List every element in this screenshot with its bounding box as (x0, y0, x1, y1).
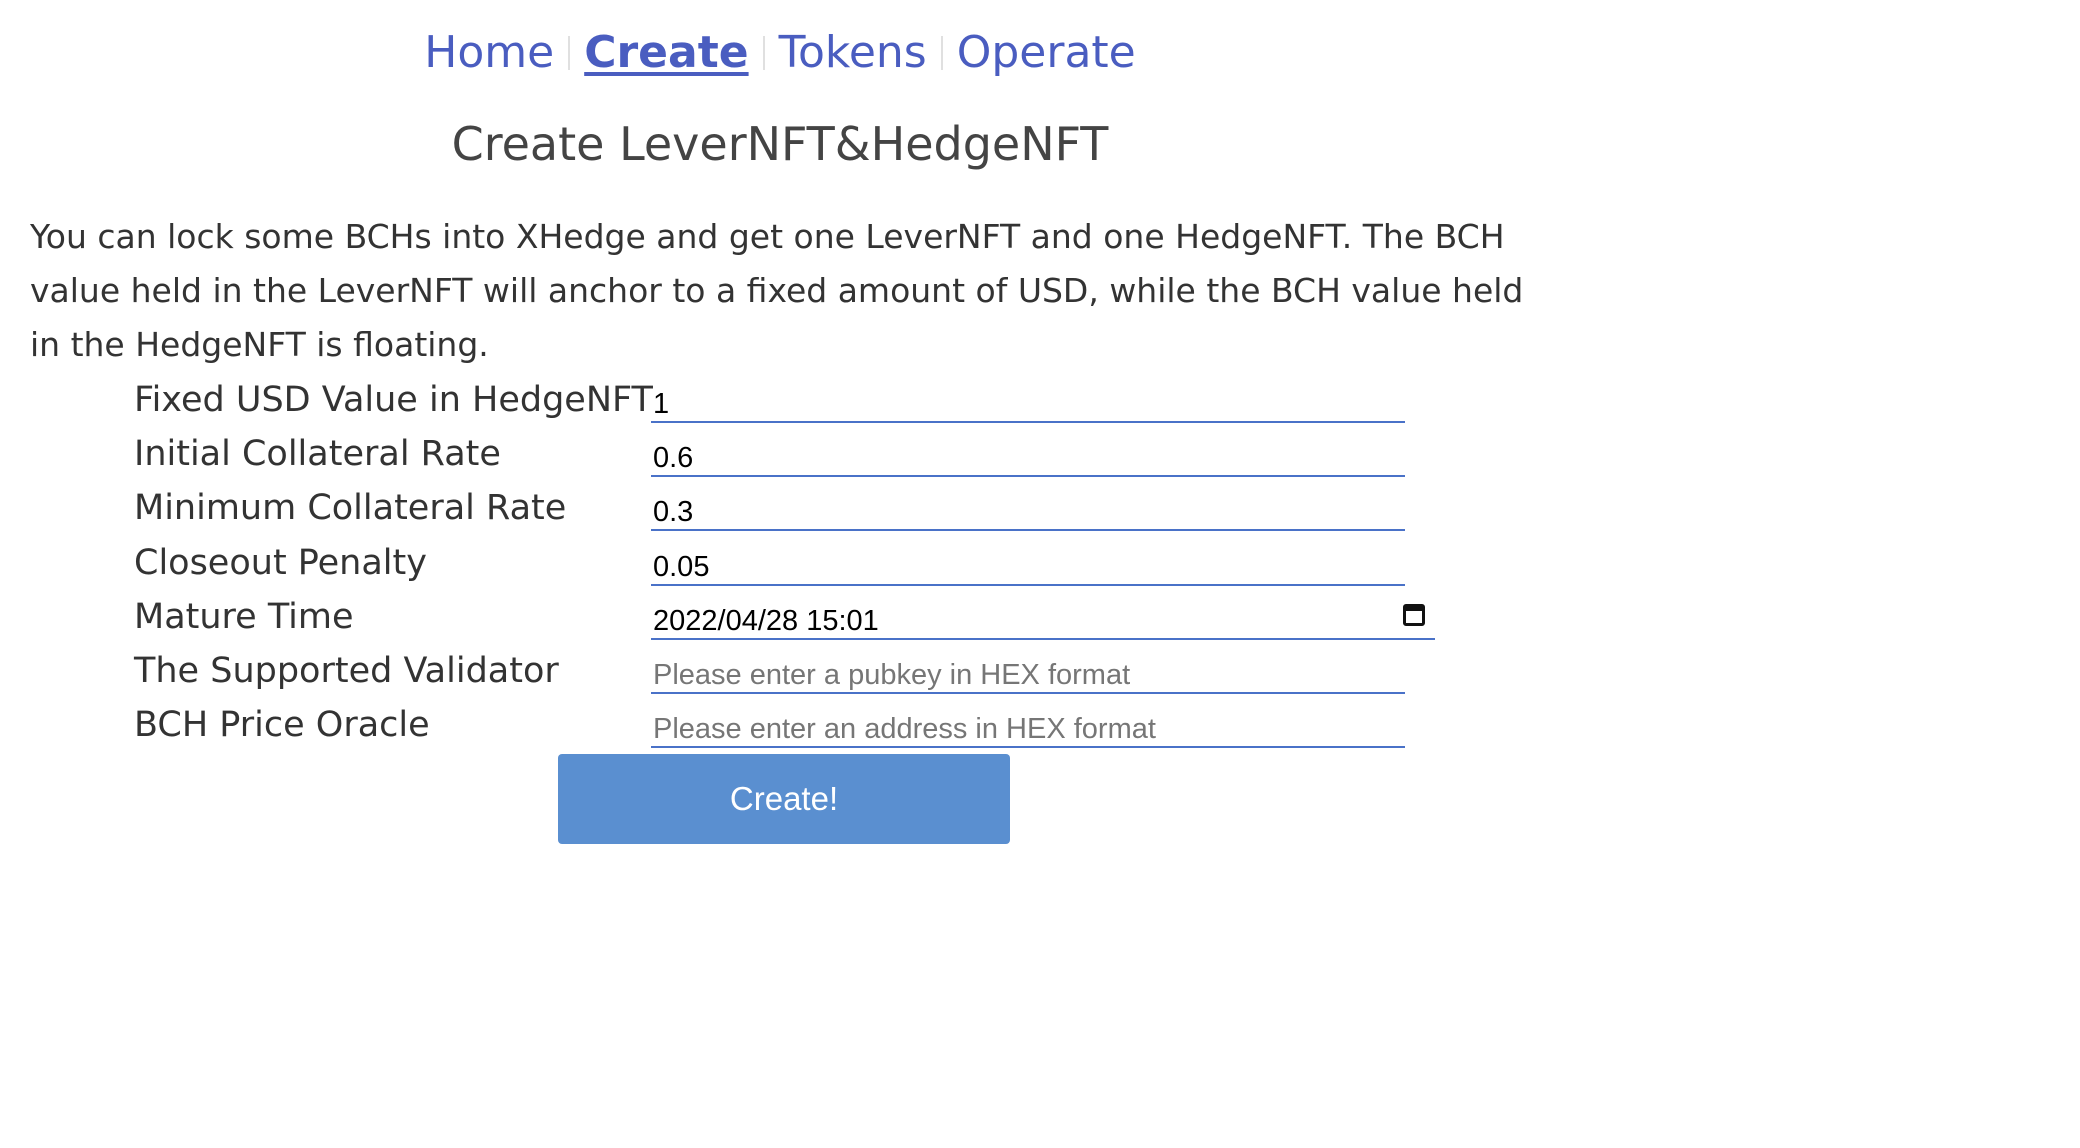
fixed-usd-label: Fixed USD Value in HedgeNFT (134, 380, 653, 420)
closeout-penalty-row: Closeout Penalty (0, 536, 1560, 590)
min-collateral-row: Minimum Collateral Rate (0, 481, 1560, 535)
price-oracle-input[interactable] (651, 704, 1405, 748)
fixed-usd-row: Fixed USD Value in HedgeNFT (0, 373, 1560, 427)
mature-time-row: Mature Time (0, 590, 1560, 644)
validator-input[interactable] (651, 650, 1405, 694)
nav-create-link[interactable]: Create (584, 27, 748, 78)
page-title: Create LeverNFT&HedgeNFT (451, 117, 1109, 171)
mature-time-input[interactable] (651, 596, 1435, 640)
price-oracle-label: BCH Price Oracle (134, 705, 430, 745)
initial-collateral-label: Initial Collateral Rate (134, 434, 501, 474)
min-collateral-label: Minimum Collateral Rate (134, 488, 567, 528)
page-description: You can lock some BCHs into XHedge and g… (30, 217, 1524, 364)
price-oracle-row: BCH Price Oracle (0, 698, 1560, 752)
top-nav: Home Create Tokens Operate (0, 22, 1560, 84)
fixed-usd-input[interactable] (651, 379, 1405, 423)
nav-divider (940, 36, 943, 70)
validator-label: The Supported Validator (134, 651, 559, 691)
nav-operate-link[interactable]: Operate (957, 27, 1136, 78)
calendar-icon[interactable] (1403, 604, 1425, 626)
nav-tokens-link[interactable]: Tokens (779, 27, 927, 78)
nav-home-link[interactable]: Home (424, 27, 554, 78)
validator-row: The Supported Validator (0, 644, 1560, 698)
closeout-penalty-input[interactable] (651, 542, 1405, 586)
nav-divider (762, 36, 765, 70)
create-button[interactable]: Create! (558, 754, 1010, 844)
initial-collateral-row: Initial Collateral Rate (0, 427, 1560, 481)
initial-collateral-input[interactable] (651, 433, 1405, 477)
closeout-penalty-label: Closeout Penalty (134, 543, 427, 583)
mature-time-label: Mature Time (134, 597, 354, 637)
nav-divider (568, 36, 571, 70)
min-collateral-input[interactable] (651, 487, 1405, 531)
